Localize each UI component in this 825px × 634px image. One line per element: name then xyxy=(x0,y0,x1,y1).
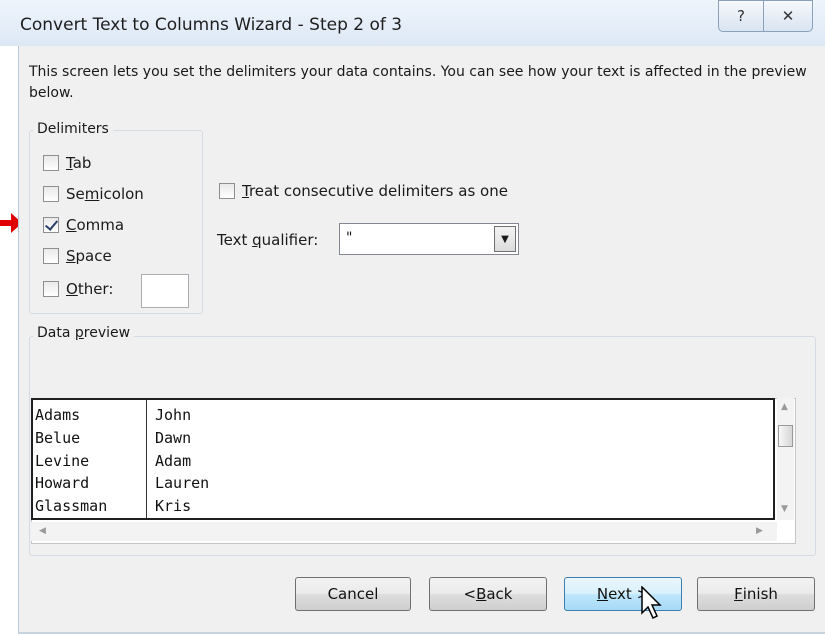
consecutive-checkbox[interactable] xyxy=(219,183,235,199)
horizontal-scrollbar[interactable]: ◀ ▶ xyxy=(31,522,777,541)
semicolon-label: Semicolon xyxy=(66,185,144,203)
preview-cell: Adam xyxy=(155,452,192,470)
space-checkbox[interactable] xyxy=(43,248,59,264)
comma-option[interactable]: Comma xyxy=(43,216,124,234)
preview-cell: Glassman xyxy=(35,497,108,515)
text-qualifier-label: Text qualifier: xyxy=(217,231,319,249)
next-button[interactable]: Next > xyxy=(564,577,682,611)
other-option[interactable]: Other: xyxy=(43,280,113,298)
tab-checkbox[interactable] xyxy=(43,155,59,171)
data-preview-label: Data preview xyxy=(33,325,135,341)
close-button[interactable]: ✕ xyxy=(763,0,813,32)
close-icon: ✕ xyxy=(781,7,795,25)
preview-cell: Dawn xyxy=(155,429,192,447)
help-icon: ? xyxy=(737,7,745,25)
scroll-up-icon[interactable]: ▲ xyxy=(781,402,788,412)
semicolon-option[interactable]: Semicolon xyxy=(43,185,144,203)
dialog-body: This screen lets you set the delimiters … xyxy=(18,46,825,634)
space-label: Space xyxy=(66,247,112,265)
mouse-cursor-icon xyxy=(641,586,662,620)
help-button[interactable]: ? xyxy=(718,0,764,32)
comma-checkbox[interactable] xyxy=(43,217,59,233)
vertical-scrollbar[interactable]: ▲ ▼ xyxy=(777,398,794,520)
preview-cell: John xyxy=(155,406,192,424)
scroll-down-icon[interactable]: ▼ xyxy=(781,504,788,514)
consecutive-option[interactable]: Treat consecutive delimiters as one xyxy=(219,182,508,200)
other-delimiter-input[interactable] xyxy=(141,274,189,308)
consecutive-label: Treat consecutive delimiters as one xyxy=(242,182,508,200)
other-checkbox[interactable] xyxy=(43,281,59,297)
text-qualifier-select[interactable]: " ▼ xyxy=(339,223,519,255)
cancel-button[interactable]: Cancel xyxy=(295,577,411,611)
intro-text: This screen lets you set the delimiters … xyxy=(29,64,807,101)
scroll-left-icon[interactable]: ◀ xyxy=(39,526,46,536)
finish-button[interactable]: Finish xyxy=(697,577,815,611)
column-break-line[interactable] xyxy=(146,400,147,518)
preview-cell: Howard xyxy=(35,474,90,492)
chevron-down-icon[interactable]: ▼ xyxy=(494,226,516,252)
comma-label: Comma xyxy=(66,216,125,234)
tab-option[interactable]: Tab xyxy=(43,154,91,172)
space-option[interactable]: Space xyxy=(43,247,112,265)
preview-cell: Kris xyxy=(155,497,192,515)
preview-cell: Levine xyxy=(35,452,90,470)
data-preview-grid[interactable]: Adams John Belue Dawn Levine Adam Howard… xyxy=(31,398,775,520)
delimiters-label: Delimiters xyxy=(33,121,113,137)
title-bar: Convert Text to Columns Wizard - Step 2 … xyxy=(0,0,825,46)
other-label: Other: xyxy=(66,280,114,298)
preview-cell: Belue xyxy=(35,429,81,447)
scroll-right-icon[interactable]: ▶ xyxy=(756,526,763,536)
semicolon-checkbox[interactable] xyxy=(43,186,59,202)
text-qualifier-value: " xyxy=(346,230,353,246)
preview-cell: Adams xyxy=(35,406,81,424)
window-title: Convert Text to Columns Wizard - Step 2 … xyxy=(20,15,403,35)
preview-cell: Lauren xyxy=(155,474,210,492)
tab-label: Tab xyxy=(66,154,92,172)
scroll-thumb[interactable] xyxy=(778,425,793,447)
back-button[interactable]: < Back xyxy=(429,577,547,611)
